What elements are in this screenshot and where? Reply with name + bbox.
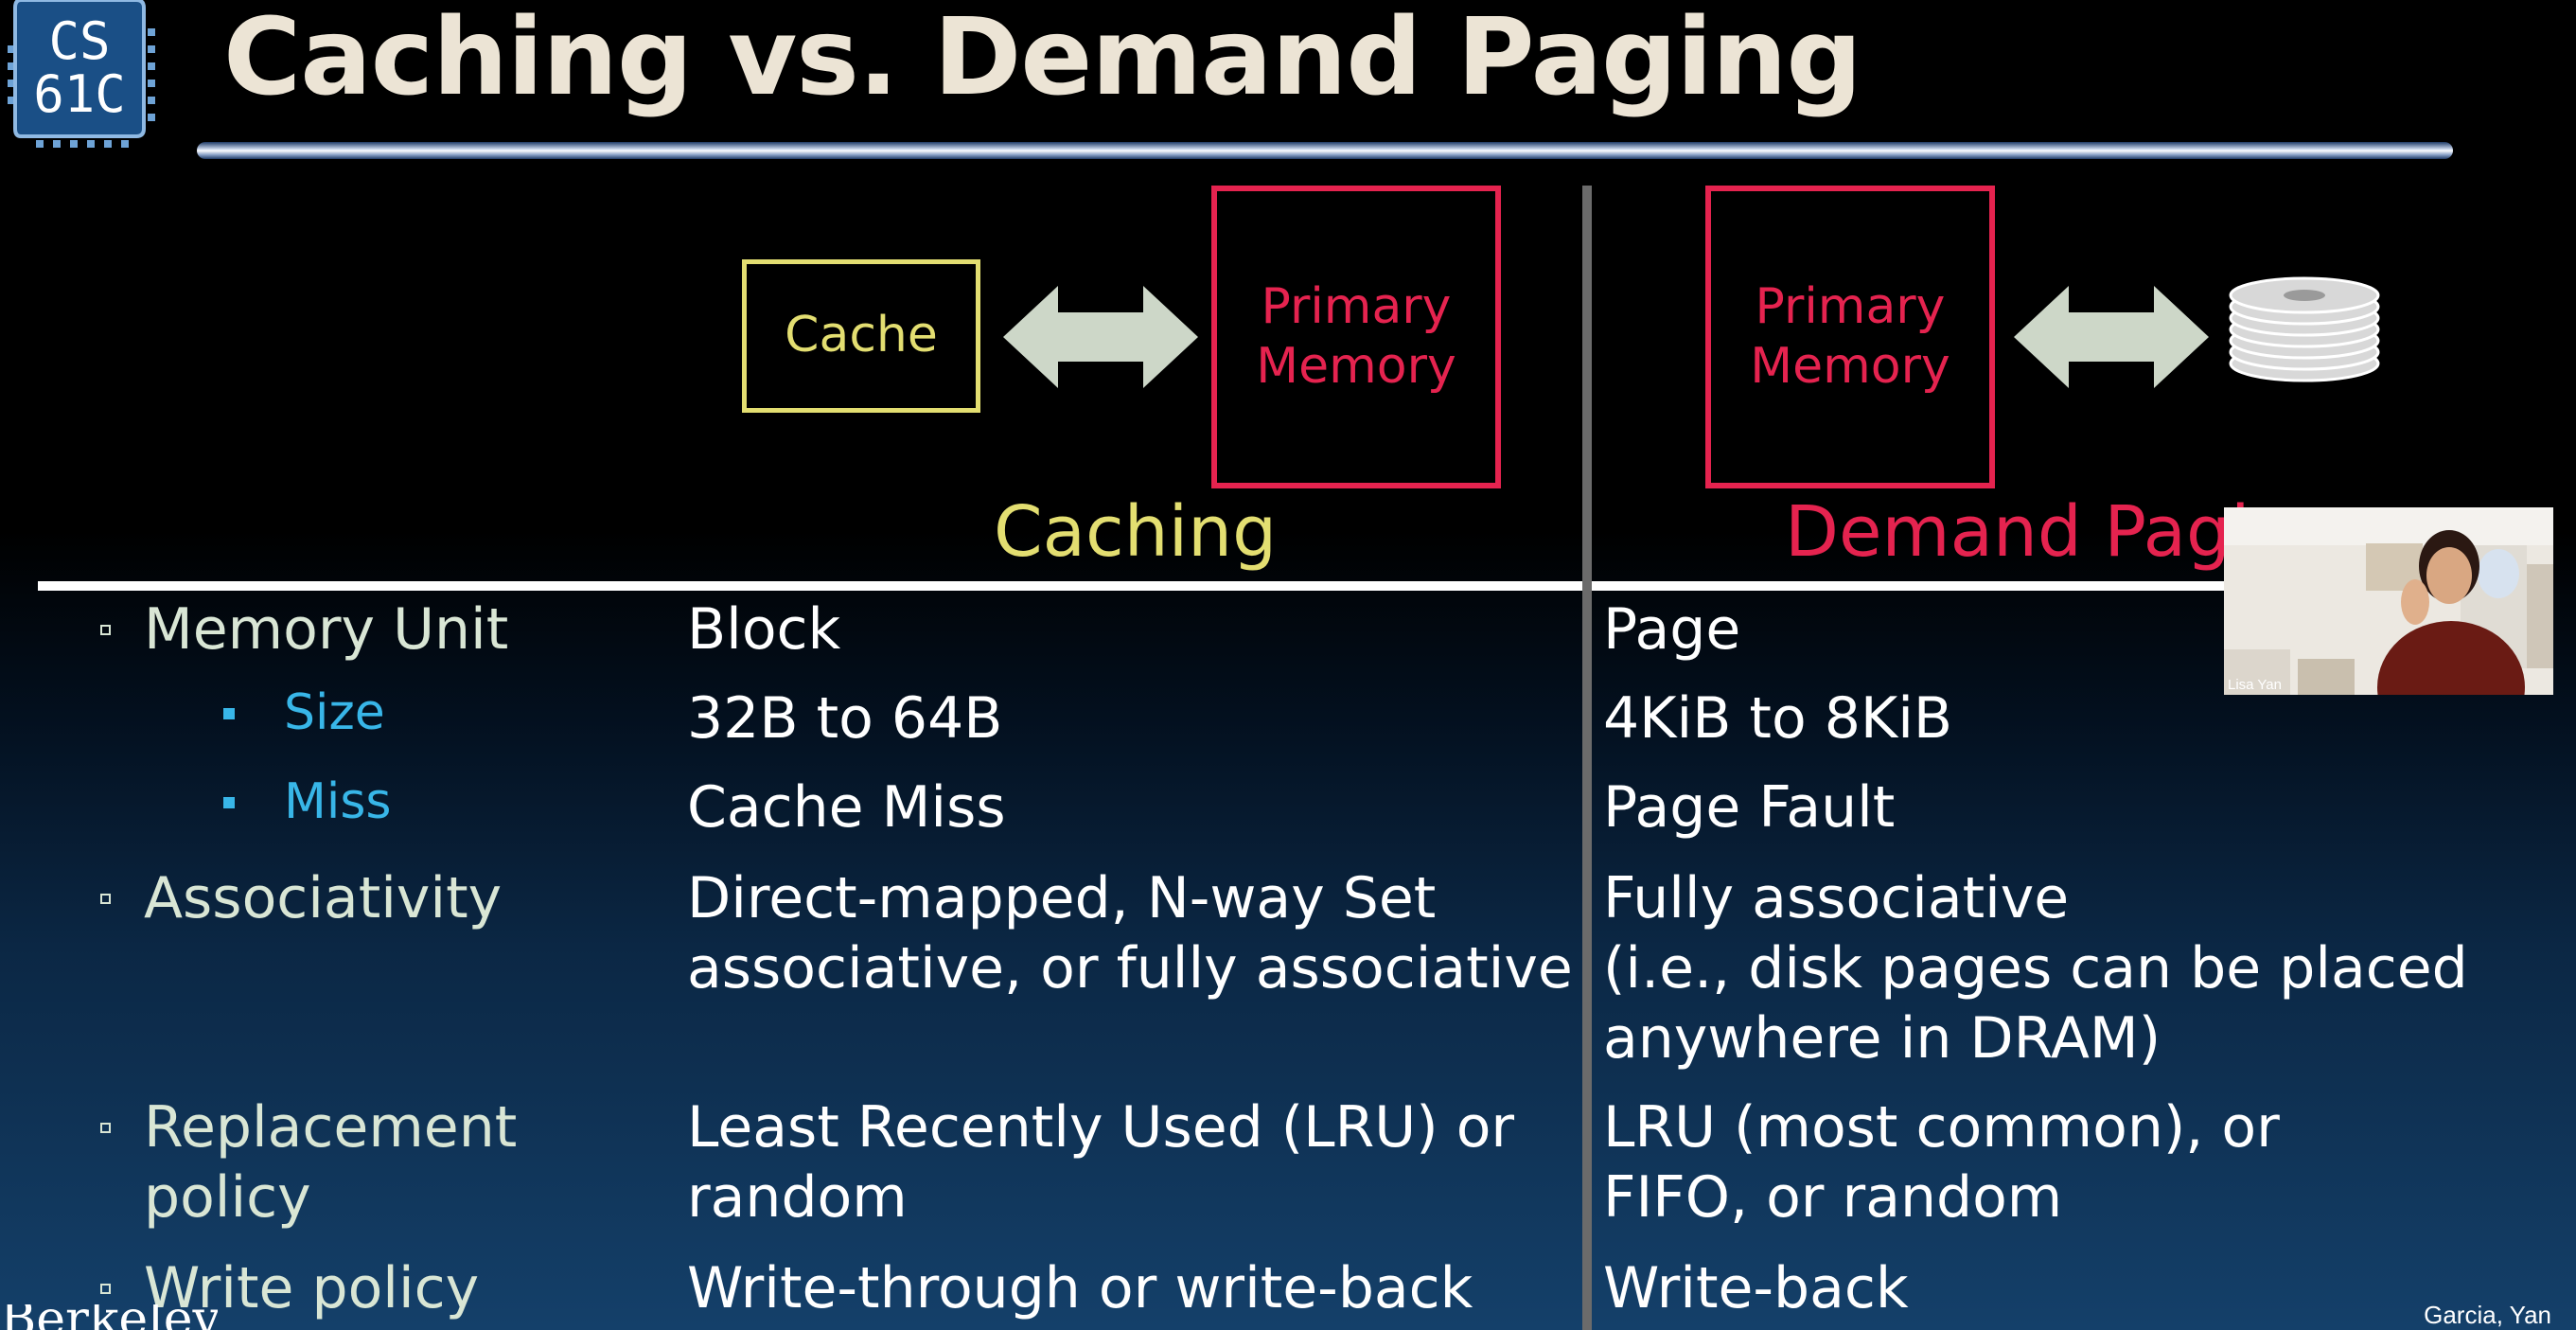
cell-paging-associativity-line3: anywhere in DRAM) xyxy=(1603,1005,2161,1072)
cell-caching-replacement-line1: Least Recently Used (LRU) or xyxy=(687,1094,1515,1161)
cell-paging-miss: Page Fault xyxy=(1603,774,1896,841)
webcam-person-image xyxy=(2224,507,2553,695)
cell-caching-replacement-line2: random xyxy=(687,1164,908,1231)
cache-box-label: Cache xyxy=(785,307,938,364)
caching-label: Caching xyxy=(994,491,1278,573)
berkeley-text: Berkeley xyxy=(0,1304,218,1330)
square-bullet-icon xyxy=(223,797,235,808)
primary-memory-box-paging: Primary Memory xyxy=(1705,186,1995,488)
square-bullet-icon xyxy=(100,1284,111,1294)
cache-box: Cache xyxy=(742,259,980,413)
cell-caching-memory-unit: Block xyxy=(687,596,841,663)
square-bullet-icon xyxy=(100,894,111,904)
column-divider xyxy=(1582,186,1592,1330)
row-label-miss: Miss xyxy=(284,773,392,830)
cell-paging-memory-unit: Page xyxy=(1603,596,1741,663)
title-underline xyxy=(197,142,2453,159)
row-label-associativity: Associativity xyxy=(144,865,503,931)
primary-memory-line1: Primary xyxy=(1261,277,1452,335)
primary-memory-line2: Memory xyxy=(1256,338,1456,395)
double-arrow-icon xyxy=(1003,286,1198,388)
cell-paging-replacement-line2: FIFO, or random xyxy=(1603,1164,2063,1231)
cell-caching-miss: Cache Miss xyxy=(687,774,1006,841)
credit-text: Garcia, Yan xyxy=(2424,1301,2551,1329)
cell-paging-replacement-line1: LRU (most common), or xyxy=(1603,1094,2280,1161)
cell-caching-write-policy: Write-through or write-back xyxy=(687,1255,1473,1321)
primary-memory-box-caching: Primary Memory xyxy=(1211,186,1501,488)
cell-caching-associativity-line2: associative, or fully associative xyxy=(687,935,1573,1002)
primary-memory-line2: Memory xyxy=(1750,338,1950,395)
logo-line2: 61C xyxy=(33,64,126,124)
primary-memory-line1: Primary xyxy=(1755,277,1946,335)
cell-caching-associativity-line1: Direct-mapped, N-way Set xyxy=(687,865,1437,931)
demand-paging-label: Demand Pagi xyxy=(1785,491,2250,573)
disk-stack-icon xyxy=(2229,276,2380,382)
cell-caching-size: 32B to 64B xyxy=(687,685,1003,752)
row-label-replacement-line1: Replacement xyxy=(144,1094,518,1161)
cs61c-logo: CS 61C xyxy=(8,0,157,150)
cell-paging-write-policy: Write-back xyxy=(1603,1255,1909,1321)
cell-paging-size: 4KiB to 8KiB xyxy=(1603,685,1953,752)
row-label-size: Size xyxy=(284,684,385,741)
square-bullet-icon xyxy=(100,625,111,635)
square-bullet-icon xyxy=(100,1123,111,1133)
webcam-video: Lisa Yan xyxy=(2224,507,2553,695)
slide-title: Caching vs. Demand Paging xyxy=(223,0,1862,119)
berkeley-wordmark: Berkeley xyxy=(0,1304,218,1330)
row-label-replacement-line2: policy xyxy=(144,1164,311,1231)
square-bullet-icon xyxy=(223,708,235,719)
cell-paging-associativity-line2: (i.e., disk pages can be placed xyxy=(1603,935,2468,1002)
header-divider xyxy=(38,581,2237,591)
webcam-name-label: Lisa Yan xyxy=(2228,677,2282,693)
logo-line1: CS xyxy=(48,11,110,71)
double-arrow-icon xyxy=(2014,286,2209,388)
cell-paging-associativity-line1: Fully associative xyxy=(1603,865,2070,931)
row-label-memory-unit: Memory Unit xyxy=(144,596,509,663)
